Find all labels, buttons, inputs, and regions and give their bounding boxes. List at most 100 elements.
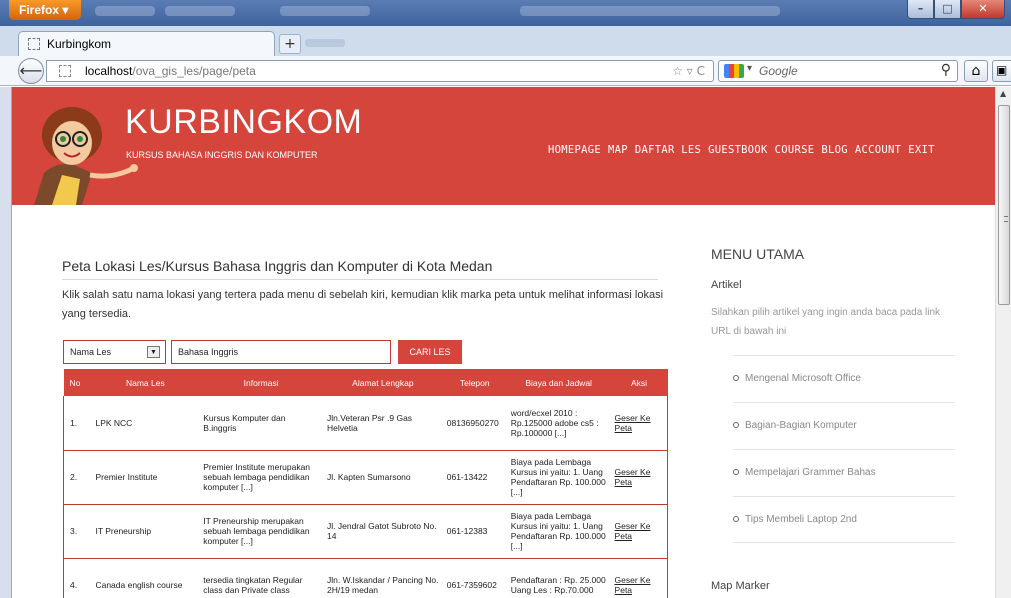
search-button[interactable]: CARI LES xyxy=(398,340,462,364)
artikel-link[interactable]: Bagian-Bagian Komputer xyxy=(745,420,857,431)
reload-icon[interactable]: C xyxy=(697,64,705,78)
category-select-value: Nama Les xyxy=(70,347,112,357)
page-intro: Klik salah satu nama lokasi yang tertera… xyxy=(62,289,664,320)
bullet-icon xyxy=(733,469,739,475)
firefox-menu-button[interactable]: Firefox ▾ xyxy=(9,0,81,20)
nav-daftar-les[interactable]: DAFTAR LES xyxy=(635,144,701,156)
star-icon[interactable]: ☆ xyxy=(672,64,683,78)
cell-no: 4. xyxy=(63,558,92,598)
artikel-item[interactable]: Bagian-Bagian Komputer xyxy=(733,402,955,449)
artikel-item[interactable]: Mengenal Microsoft Office xyxy=(733,355,955,402)
artikel-link[interactable]: Mengenal Microsoft Office xyxy=(745,373,861,384)
content-area: Peta Lokasi Les/Kursus Bahasa Inggris da… xyxy=(12,205,995,598)
table-header-row: No Nama Les Informasi Alamat Lengkap Tel… xyxy=(63,369,668,396)
tab-title: Kurbingkom xyxy=(47,37,112,51)
nav-account[interactable]: ACCOUNT xyxy=(855,144,901,156)
cell-informasi: IT Preneurship merupakan sebuah lembaga … xyxy=(199,504,323,559)
table-row: 1. LPK NCC Kursus Komputer dan B.inggris… xyxy=(63,396,668,451)
cell-biaya: word/ecxel 2010 : Rp.125000 adobe cs5 : … xyxy=(506,396,611,451)
artikel-list: Mengenal Microsoft Office Bagian-Bagian … xyxy=(733,355,955,543)
tab-kurbingkom[interactable]: Kurbingkom xyxy=(18,31,275,56)
artikel-link[interactable]: Mempelajari Grammer Bahas xyxy=(745,467,876,478)
column-header-no: No xyxy=(63,369,92,396)
cell-nama: LPK NCC xyxy=(91,396,200,451)
cell-nama: Premier Institute xyxy=(91,450,200,505)
address-bar[interactable]: localhost/ova_gis_les/page/peta ☆ ▿ C xyxy=(46,60,714,82)
nav-guestbook[interactable]: GUESTBOOK xyxy=(708,144,768,156)
bullet-icon xyxy=(733,375,739,381)
table-row: 3. IT Preneurship IT Preneurship merupak… xyxy=(63,504,668,559)
back-button[interactable]: ⟵ xyxy=(18,58,44,84)
geser-ke-peta-link[interactable]: Geser Ke Peta xyxy=(615,413,651,433)
cell-aksi: Geser Ke Peta xyxy=(610,504,668,559)
geser-ke-peta-link[interactable]: Geser Ke Peta xyxy=(615,521,651,541)
bookmarks-button[interactable]: ▣ xyxy=(992,60,1011,82)
dropdown-icon[interactable]: ▿ xyxy=(687,64,693,78)
site-title[interactable]: KURBINGKOM xyxy=(125,103,362,142)
new-tab-button[interactable]: + xyxy=(279,34,301,54)
map-marker-heading: Map Marker xyxy=(711,580,770,592)
titlebar-blur xyxy=(95,6,155,16)
scroll-up-icon[interactable]: ▲ xyxy=(1000,89,1006,98)
titlebar-blur xyxy=(280,6,370,16)
titlebar-blur xyxy=(520,6,780,16)
minimize-button[interactable]: – xyxy=(907,0,934,19)
site-tagline: KURSUS BAHASA INGGRIS DAN KOMPUTER xyxy=(126,150,318,160)
bullet-icon xyxy=(733,422,739,428)
cell-nama: IT Preneurship xyxy=(91,504,200,559)
cell-informasi: tersedia tingkatan Regular class dan Pri… xyxy=(199,558,323,598)
window-titlebar: Firefox ▾ – □ ✕ xyxy=(0,0,1011,26)
cell-biaya: Pendaftaran : Rp. 25.000 Uang Les : Rp.7… xyxy=(506,558,611,598)
column-header-informasi: Informasi xyxy=(199,369,323,396)
cell-informasi: Premier Institute merupakan sebuah lemba… xyxy=(199,450,323,505)
cell-no: 3. xyxy=(63,504,92,559)
nav-course[interactable]: COURSE xyxy=(775,144,815,156)
nav-homepage[interactable]: HOMEPAGE xyxy=(548,144,601,156)
column-header-nama-les: Nama Les xyxy=(91,369,200,396)
maximize-button[interactable]: □ xyxy=(934,0,961,19)
geser-ke-peta-link[interactable]: Geser Ke Peta xyxy=(615,467,651,487)
cell-alamat: Jln.Veteran Psr .9 Gas Helvetia xyxy=(323,396,443,451)
home-button[interactable]: ⌂ xyxy=(964,60,988,82)
window-controls: – □ ✕ xyxy=(907,0,1005,20)
cell-alamat: Jl. Jendral Gatot Subroto No. 14 xyxy=(323,504,443,559)
navigation-toolbar: ⟵ localhost/ova_gis_les/page/peta ☆ ▿ C … xyxy=(0,56,1011,86)
cell-telepon: 061-7359602 xyxy=(442,558,507,598)
page-title: Peta Lokasi Les/Kursus Bahasa Inggris da… xyxy=(62,258,658,280)
artikel-item[interactable]: Mempelajari Grammer Bahas xyxy=(733,449,955,496)
artikel-item[interactable]: Tips Membeli Laptop 2nd xyxy=(733,496,955,543)
page-icon xyxy=(28,38,40,50)
artikel-heading: Artikel xyxy=(711,279,742,291)
cell-telepon: 08136950270 xyxy=(442,396,507,451)
nav-exit[interactable]: EXIT xyxy=(908,144,935,156)
table-row: 4. Canada english course tersedia tingka… xyxy=(63,558,668,598)
category-select[interactable]: Nama Les ▼ xyxy=(63,340,166,364)
chevron-down-icon[interactable]: ▼ xyxy=(147,346,160,358)
cell-aksi: Geser Ke Peta xyxy=(610,450,668,505)
vertical-scrollbar[interactable]: ▲ xyxy=(995,87,1011,598)
artikel-link[interactable]: Tips Membeli Laptop 2nd xyxy=(745,514,857,525)
site-identity-icon xyxy=(59,65,71,77)
grip-icon xyxy=(1004,216,1008,222)
nav-map[interactable]: MAP xyxy=(608,144,628,156)
engine-dropdown-icon[interactable]: ▾ xyxy=(747,63,752,74)
window-left-border xyxy=(0,87,12,598)
page-viewport: KURBINGKOM KURSUS BAHASA INGGRIS DAN KOM… xyxy=(12,87,995,598)
close-window-button[interactable]: ✕ xyxy=(961,0,1005,19)
column-header-alamat: Alamat Lengkap xyxy=(323,369,443,396)
bookmark-icon: ▣ xyxy=(996,63,1008,77)
scrollbar-thumb[interactable] xyxy=(998,105,1010,305)
url-text: localhost/ova_gis_les/page/peta xyxy=(85,64,256,78)
search-input[interactable] xyxy=(171,340,391,364)
geser-ke-peta-link[interactable]: Geser Ke Peta xyxy=(615,575,651,595)
bullet-icon xyxy=(733,516,739,522)
search-icon[interactable]: ⚲ xyxy=(941,62,951,78)
cell-informasi: Kursus Komputer dan B.inggris xyxy=(199,396,323,451)
titlebar-blur xyxy=(165,6,235,16)
column-header-biaya: Biaya dan Jadwal xyxy=(506,369,611,396)
tab-blur xyxy=(305,39,345,47)
google-icon[interactable] xyxy=(724,64,744,78)
cell-nama: Canada english course xyxy=(91,558,200,598)
nav-blog[interactable]: BLOG xyxy=(821,144,848,156)
search-bar[interactable]: ▾ Google ⚲ xyxy=(718,60,958,82)
